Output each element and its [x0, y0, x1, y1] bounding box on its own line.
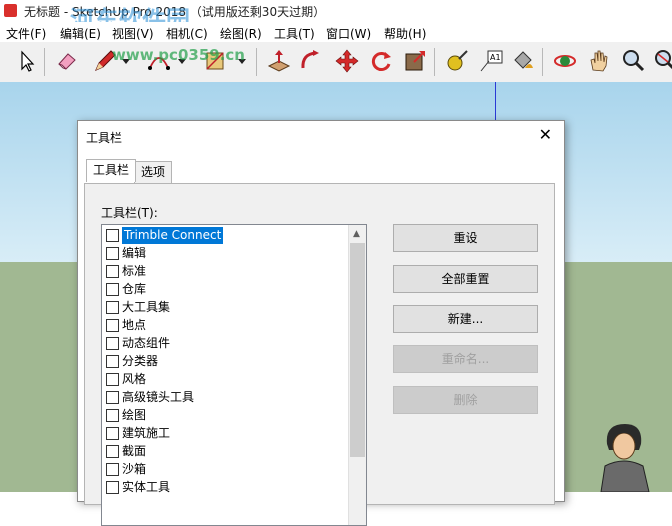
checkbox[interactable] — [106, 427, 119, 440]
pan-icon[interactable] — [586, 48, 612, 74]
eraser-icon[interactable] — [54, 48, 80, 74]
list-item[interactable]: 分类器 — [104, 353, 347, 370]
toolbar-separator — [256, 48, 257, 76]
checkbox[interactable] — [106, 481, 119, 494]
reset-all-button[interactable]: 全部重置 — [393, 265, 538, 293]
toolbars-dialog: 工具栏 ✕ 工具栏 选项 工具栏(T): Trimble Connect 编辑 … — [77, 120, 565, 526]
zoom-icon[interactable] — [620, 48, 646, 74]
list-item[interactable]: 建筑施工 — [104, 425, 347, 442]
menu-edit[interactable]: 编辑(E) — [60, 25, 101, 42]
checkbox[interactable] — [106, 445, 119, 458]
list-item[interactable]: 风格 — [104, 371, 347, 388]
list-item-label: 绘图 — [122, 408, 147, 422]
list-item-label: 动态组件 — [122, 336, 171, 350]
close-icon[interactable]: ✕ — [539, 125, 552, 144]
offset-icon[interactable] — [402, 48, 428, 74]
checkbox[interactable] — [106, 283, 119, 296]
checkbox[interactable] — [106, 391, 119, 404]
menu-help[interactable]: 帮助(H) — [384, 25, 426, 42]
checkbox[interactable] — [106, 265, 119, 278]
list-item[interactable]: 动态组件 — [104, 335, 347, 352]
tab-panel: 工具栏(T): Trimble Connect 编辑 标准 仓库 大工具集 地点… — [84, 183, 555, 526]
menu-window[interactable]: 窗口(W) — [326, 25, 371, 42]
menu-file[interactable]: 文件(F) — [6, 25, 46, 42]
list-item[interactable]: 仓库 — [104, 281, 347, 298]
dialog-title: 工具栏 — [86, 131, 123, 145]
scroll-thumb[interactable] — [350, 243, 365, 457]
list-item[interactable]: 编辑 — [104, 245, 347, 262]
list-item[interactable]: 实体工具 — [104, 479, 347, 496]
list-item-label: 编辑 — [122, 246, 147, 260]
menu-camera[interactable]: 相机(C) — [166, 25, 208, 42]
menu-view[interactable]: 视图(V) — [112, 25, 154, 42]
sketchup-app-icon — [4, 4, 17, 17]
list-item-label: 大工具集 — [122, 300, 171, 314]
toolbars-listbox[interactable]: Trimble Connect 编辑 标准 仓库 大工具集 地点 动态组件 分类… — [101, 224, 367, 526]
list-item-label: Trimble Connect — [122, 227, 224, 244]
scroll-up-arrow-icon[interactable]: ▲ — [353, 229, 360, 239]
move-icon[interactable] — [334, 48, 360, 74]
delete-button[interactable]: 删除 — [393, 386, 538, 414]
new-button[interactable]: 新建... — [393, 305, 538, 333]
toolbar-separator — [434, 48, 435, 76]
select-icon[interactable] — [14, 48, 40, 74]
rename-button[interactable]: 重命名... — [393, 345, 538, 373]
tab-options[interactable]: 选项 — [134, 161, 173, 183]
list-item-label: 地点 — [122, 318, 147, 332]
list-item[interactable]: 绘图 — [104, 407, 347, 424]
menu-bar: 文件(F) 编辑(E) 视图(V) 相机(C) 绘图(R) 工具(T) 窗口(W… — [0, 22, 672, 42]
checkbox[interactable] — [106, 463, 119, 476]
checkbox[interactable] — [106, 337, 119, 350]
list-item-label: 沙箱 — [122, 462, 147, 476]
watermark-url: www.pc0359.cn — [112, 46, 245, 64]
reset-button[interactable]: 重设 — [393, 224, 538, 252]
list-item-label: 标准 — [122, 264, 147, 278]
list-item[interactable]: 沙箱 — [104, 461, 347, 478]
list-item-label: 仓库 — [122, 282, 147, 296]
list-item-label: 风格 — [122, 372, 147, 386]
list-scrollbar[interactable]: ▲ — [348, 225, 366, 525]
follow-me-icon[interactable] — [298, 48, 324, 74]
list-item-label: 建筑施工 — [122, 426, 171, 440]
main-toolbar: A1 www.pc0359.cn — [0, 42, 672, 83]
text-icon[interactable]: A1 — [478, 48, 504, 74]
scale-figure — [595, 420, 655, 493]
list-item[interactable]: 标准 — [104, 263, 347, 280]
blue-axis — [495, 82, 496, 122]
orbit-icon[interactable] — [552, 48, 578, 74]
list-item-label: 分类器 — [122, 354, 159, 368]
title-bar: 无标题 - SketchUp Pro 2018 （试用版还剩30天过期） 河东软… — [0, 0, 672, 34]
checkbox[interactable] — [106, 319, 119, 332]
list-item-label: 截面 — [122, 444, 147, 458]
svg-text:A1: A1 — [490, 53, 501, 62]
checkbox[interactable] — [106, 373, 119, 386]
menu-tools[interactable]: 工具(T) — [274, 25, 315, 42]
checkbox[interactable] — [106, 409, 119, 422]
zoom-extents-icon[interactable] — [652, 48, 672, 74]
list-item[interactable]: Trimble Connect — [104, 227, 347, 244]
checkbox[interactable] — [106, 229, 119, 242]
list-item-label: 高级镜头工具 — [122, 390, 195, 404]
checkbox[interactable] — [106, 247, 119, 260]
list-item[interactable]: 地点 — [104, 317, 347, 334]
menu-draw[interactable]: 绘图(R) — [220, 25, 262, 42]
rotate-icon[interactable] — [368, 48, 394, 74]
checkbox[interactable] — [106, 301, 119, 314]
list-item[interactable]: 大工具集 — [104, 299, 347, 316]
checkbox[interactable] — [106, 355, 119, 368]
list-item-label: 实体工具 — [122, 480, 171, 494]
toolbar-separator — [44, 48, 45, 76]
list-item[interactable]: 截面 — [104, 443, 347, 460]
tab-toolbars[interactable]: 工具栏 — [86, 159, 137, 182]
tape-measure-icon[interactable] — [444, 48, 470, 74]
push-pull-icon[interactable] — [266, 48, 292, 74]
paint-bucket-icon[interactable] — [510, 48, 536, 74]
toolbar-separator — [542, 48, 543, 76]
toolbars-list-label: 工具栏(T): — [101, 206, 158, 220]
list-item[interactable]: 高级镜头工具 — [104, 389, 347, 406]
